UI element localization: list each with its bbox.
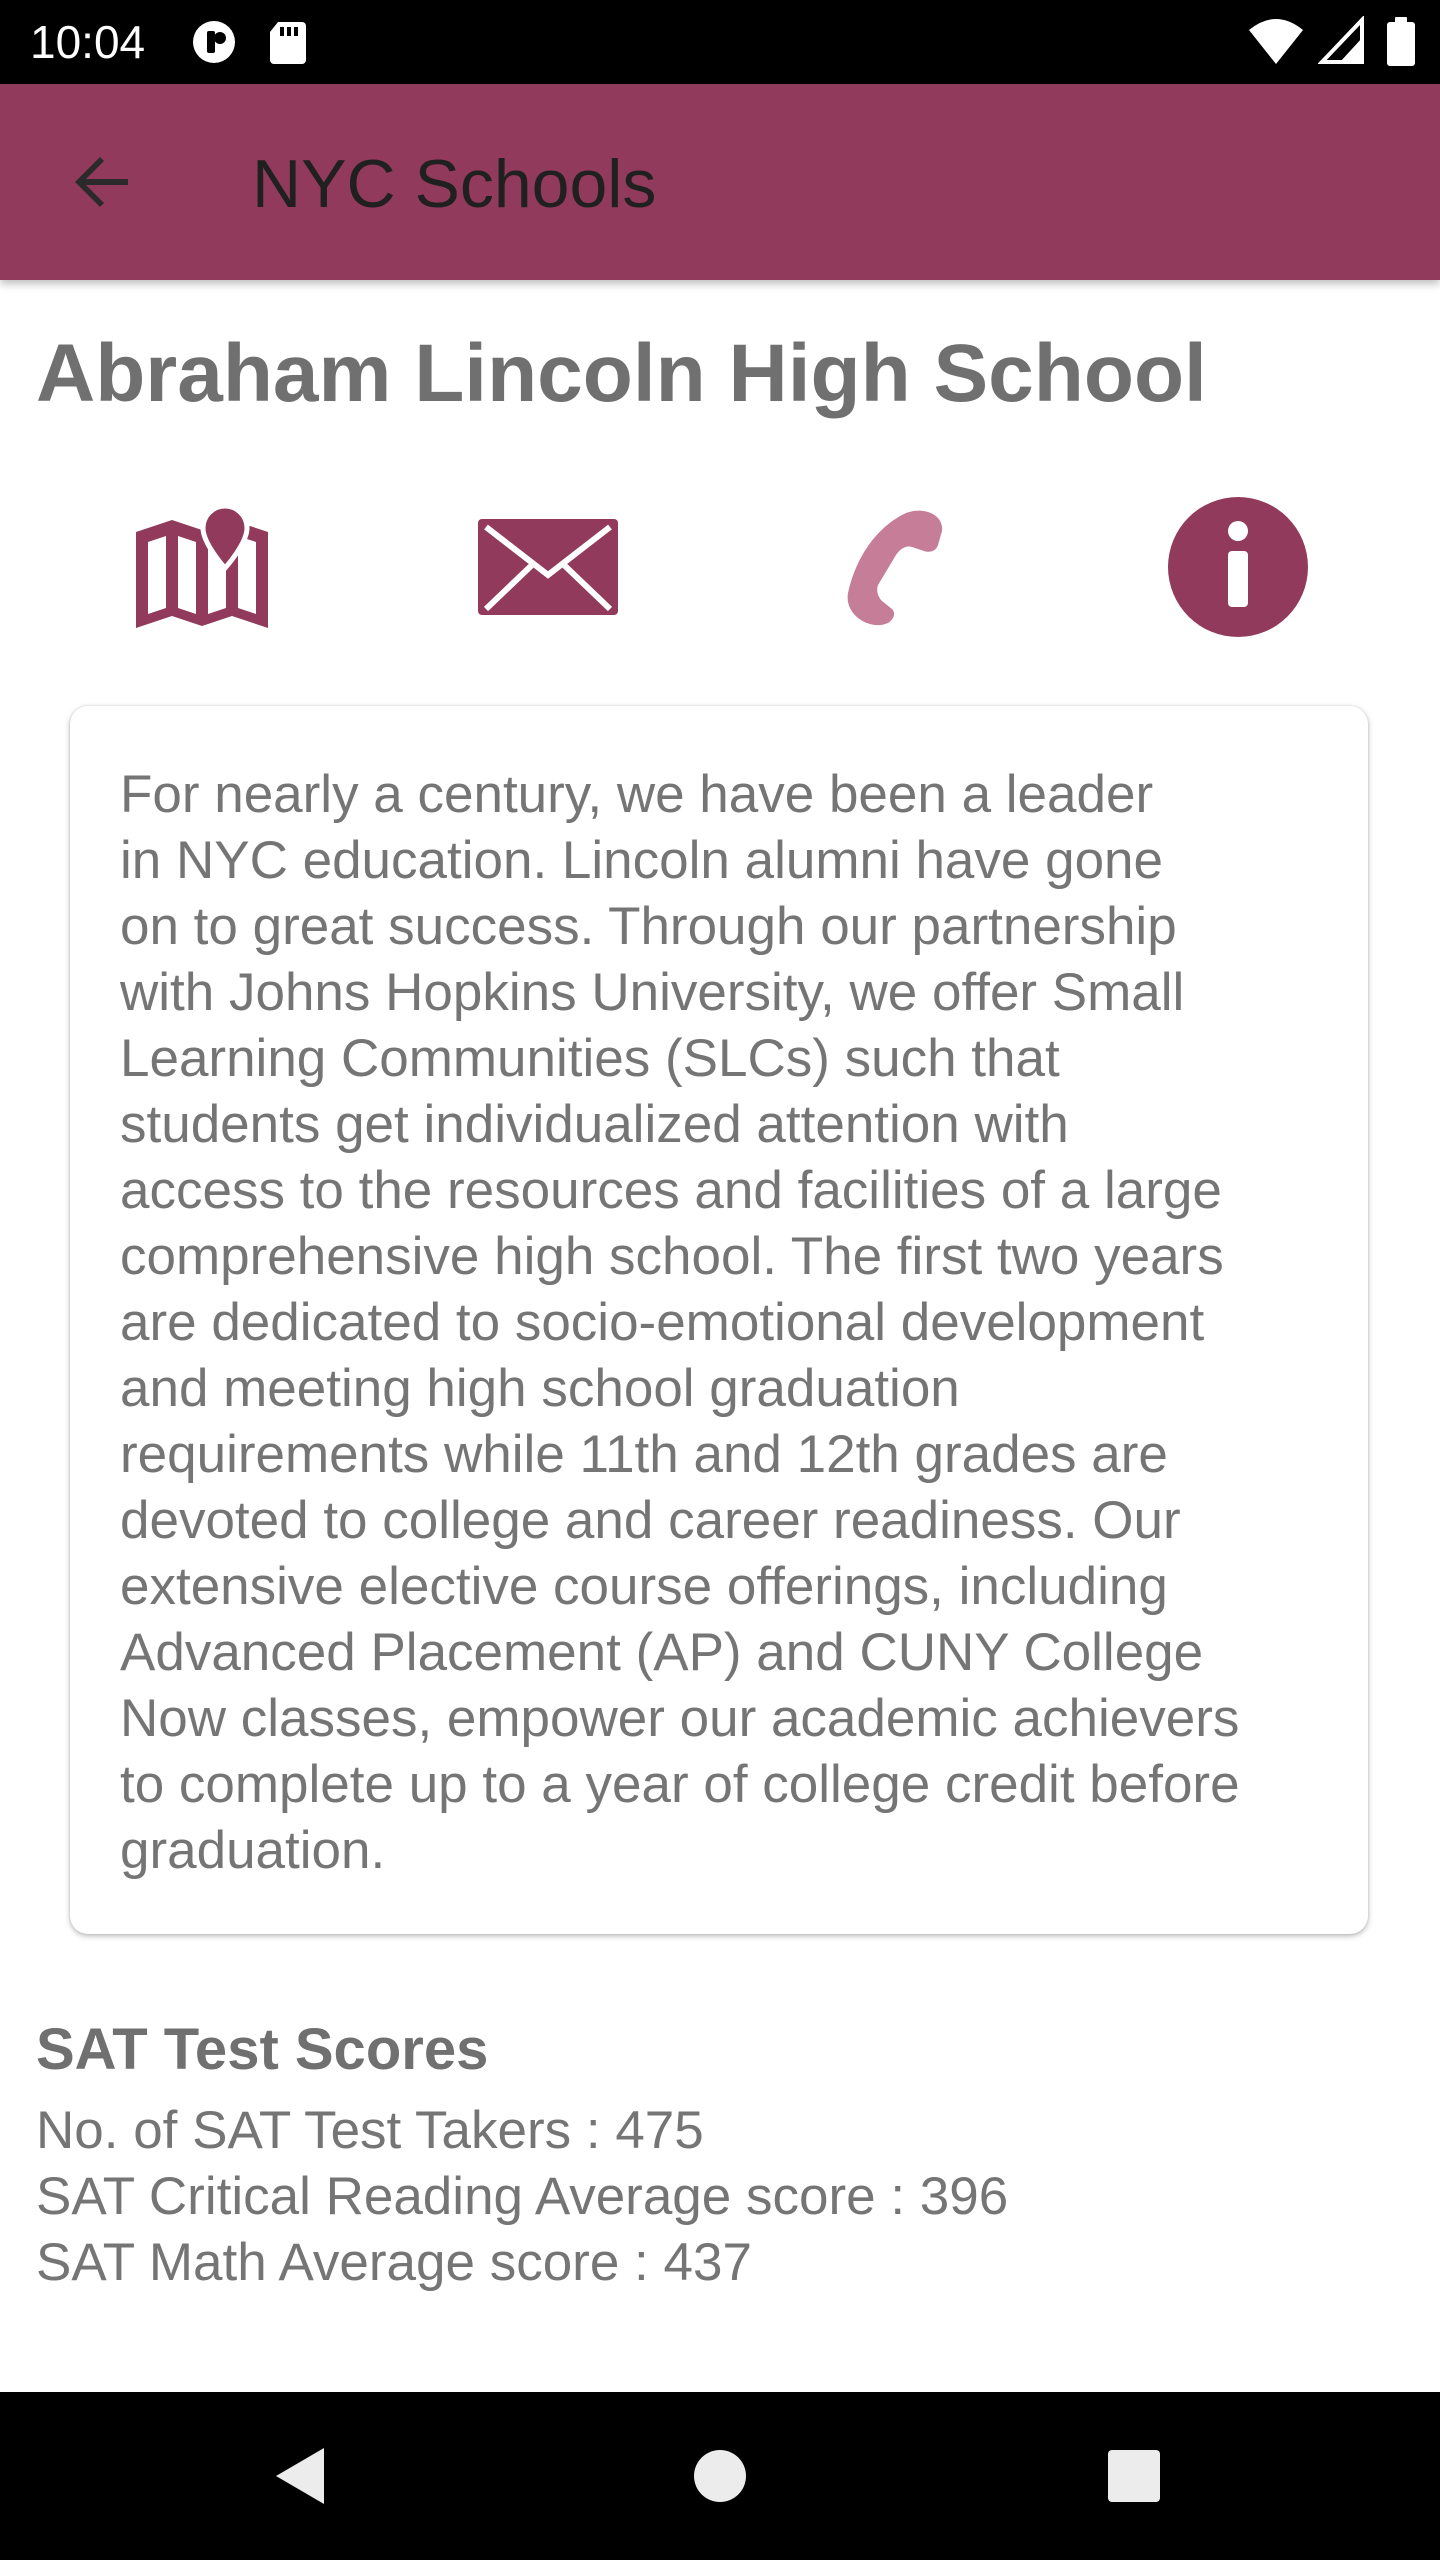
- back-triangle-icon: [276, 2448, 324, 2504]
- overview-line: Advanced Placement (AP) and CUNY College: [120, 1623, 1204, 1682]
- home-circle-icon: [694, 2450, 746, 2502]
- sd-card-icon: [270, 22, 307, 64]
- map-button[interactable]: [122, 492, 282, 642]
- overview-text: For nearly a century, we have been a lea…: [120, 762, 1350, 1884]
- back-button[interactable]: [50, 130, 154, 234]
- overview-line: Now classes, empower our academic achiev…: [120, 1689, 1240, 1748]
- signal-icon: [1317, 16, 1364, 64]
- overview-line: to complete up to a year of college cred…: [120, 1755, 1240, 1814]
- overview-line: students get individualized attention wi…: [120, 1095, 1069, 1154]
- school-name: Abraham Lincoln High School: [36, 328, 1207, 419]
- info-icon: [1168, 497, 1308, 637]
- nav-recents-button[interactable]: [1074, 2416, 1194, 2536]
- nav-bar: [0, 2392, 1440, 2560]
- app-bar: NYC Schools: [0, 84, 1440, 280]
- recents-square-icon: [1108, 2450, 1160, 2502]
- overview-line: Learning Communities (SLCs) such that: [120, 1029, 1060, 1088]
- email-icon: [478, 519, 618, 615]
- status-bar: 10:04: [0, 0, 1440, 84]
- overview-line: devoted to college and career readiness.…: [120, 1491, 1181, 1550]
- arrow-back-icon: [75, 157, 128, 207]
- status-time: 10:04: [30, 16, 146, 68]
- map-icon: [136, 503, 268, 628]
- app-title: NYC Schools: [252, 146, 657, 222]
- overview-line: access to the resources and facilities o…: [120, 1161, 1222, 1220]
- overview-line: on to great success. Through our partner…: [120, 897, 1177, 956]
- phone-button[interactable]: [812, 492, 972, 642]
- status-right-icons: [1247, 16, 1418, 68]
- overview-line: graduation.: [120, 1821, 386, 1880]
- overview-card: For nearly a century, we have been a lea…: [70, 706, 1368, 1934]
- overview-line: comprehensive high school. The first two…: [120, 1227, 1224, 1286]
- overview-line: and meeting high school graduation: [120, 1359, 960, 1418]
- sat-heading: SAT Test Scores: [36, 2017, 489, 2082]
- info-button[interactable]: [1158, 492, 1318, 642]
- overview-line: are dedicated to socio-emotional develop…: [120, 1293, 1205, 1352]
- wifi-icon: [1249, 19, 1304, 64]
- status-left-icons: [190, 18, 312, 66]
- overview-line: extensive elective course offerings, inc…: [120, 1557, 1168, 1616]
- phone-icon: [847, 510, 943, 626]
- sat-critical-reading: SAT Critical Reading Average score : 396: [36, 2167, 1009, 2226]
- nav-back-button[interactable]: [240, 2416, 360, 2536]
- email-button[interactable]: [468, 492, 628, 642]
- nav-home-button[interactable]: [660, 2416, 780, 2536]
- sat-test-takers: No. of SAT Test Takers : 475: [36, 2101, 704, 2160]
- media-icon: [193, 21, 235, 63]
- overview-line: with Johns Hopkins University, we offer …: [120, 963, 1185, 1022]
- battery-icon: [1387, 17, 1415, 66]
- overview-line: For nearly a century, we have been a lea…: [120, 765, 1154, 824]
- overview-line: in NYC education. Lincoln alumni have go…: [120, 831, 1163, 890]
- overview-line: requirements while 11th and 12th grades …: [120, 1425, 1168, 1484]
- sat-math: SAT Math Average score : 437: [36, 2233, 752, 2292]
